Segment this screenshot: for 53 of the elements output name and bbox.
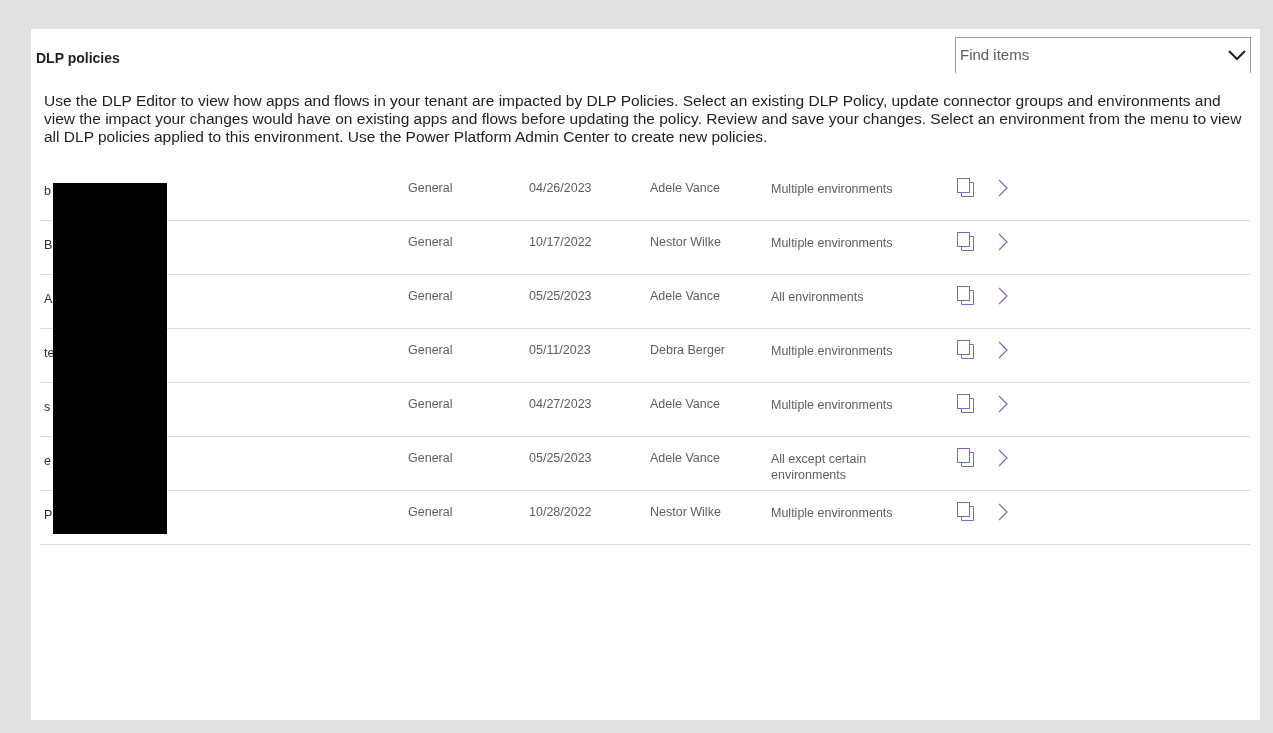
owner-name: Nestor Wilke	[650, 504, 722, 521]
chevron-right-icon[interactable]	[998, 232, 1008, 251]
owner-name: Adele Vance	[650, 288, 721, 305]
policy-type: General	[408, 180, 454, 197]
environment-scope: Multiple environments	[771, 181, 894, 197]
policy-type: General	[408, 234, 454, 251]
description-text: Use the DLP Editor to view how apps and flows in your tenant are impacted by DLP Policies. Select an existing DLP Policy, update connector groups and environments and view the impact your changes would have on existing apps and flows before updating the policy. Review and save your changes. Select an environment from the menu to view all DLP policies applied to this environment. Use the Power Platform Admin Center to create new policies.	[44, 92, 1243, 146]
copy-icon[interactable]	[957, 178, 974, 197]
chevron-down-icon[interactable]	[1228, 50, 1246, 61]
policy-name[interactable]: e	[44, 452, 408, 471]
modified-date: 10/17/2022	[529, 234, 593, 251]
modified-date: 05/11/2023	[529, 342, 592, 359]
environment-scope: Multiple environments	[771, 505, 894, 521]
environment-scope: Multiple environments	[771, 235, 894, 251]
copy-icon[interactable]	[957, 286, 974, 305]
owner-name: Adele Vance	[650, 396, 721, 413]
modified-date: 05/25/2023	[529, 288, 593, 305]
search-field[interactable]: Find items	[960, 44, 1200, 67]
policy-name[interactable]: P	[44, 506, 408, 525]
find-items-dropdown[interactable]: Find items	[955, 37, 1251, 73]
owner-name: Adele Vance	[650, 180, 721, 197]
policy-type: General	[408, 396, 454, 413]
environment-scope: Multiple environments	[771, 397, 894, 413]
policy-type: General	[408, 342, 454, 359]
policy-type: General	[408, 504, 454, 521]
environment-scope: All environments	[771, 289, 865, 305]
chevron-right-icon[interactable]	[998, 394, 1008, 413]
policy-type: General	[408, 288, 454, 305]
policy-name[interactable]: B	[44, 236, 408, 255]
owner-name: Adele Vance	[650, 450, 721, 467]
owner-name: Debra Berger	[650, 342, 727, 359]
modified-date: 10/28/2022	[529, 504, 593, 521]
modified-date: 04/26/2023	[529, 180, 593, 197]
copy-icon[interactable]	[957, 232, 974, 251]
owner-name: Nestor Wilke	[650, 234, 722, 251]
copy-icon[interactable]	[957, 340, 974, 359]
copy-icon[interactable]	[957, 394, 974, 413]
policy-name[interactable]: b	[44, 182, 408, 201]
modified-date: 05/25/2023	[529, 450, 593, 467]
modified-date: 04/27/2023	[529, 396, 593, 413]
environment-scope: All except certain environments	[771, 451, 868, 483]
page-title: DLP policies	[36, 49, 120, 68]
policy-type: General	[408, 450, 454, 467]
chevron-right-icon[interactable]	[998, 340, 1008, 359]
chevron-right-icon[interactable]	[998, 502, 1008, 521]
copy-icon[interactable]	[957, 502, 974, 521]
copy-icon[interactable]	[957, 448, 974, 467]
policy-name[interactable]: s	[44, 398, 408, 417]
policy-name[interactable]: A	[44, 290, 408, 309]
chevron-right-icon[interactable]	[998, 178, 1008, 197]
environment-scope: Multiple environments	[771, 343, 894, 359]
chevron-right-icon[interactable]	[998, 286, 1008, 305]
chevron-right-icon[interactable]	[998, 448, 1008, 467]
